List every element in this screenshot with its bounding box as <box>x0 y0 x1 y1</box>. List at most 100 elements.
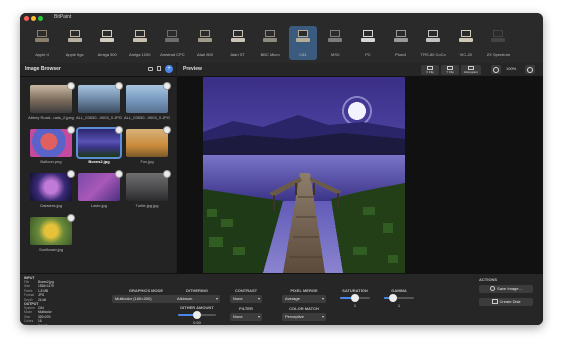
contrast-label: CONTRAST <box>234 288 258 293</box>
trs80-coco-icon <box>426 30 441 42</box>
thumbnail-image[interactable] <box>126 173 168 201</box>
info-key: Size <box>24 284 31 289</box>
pixel-merge-select[interactable]: Average ▾ <box>282 295 326 303</box>
zoom-window-button[interactable] <box>38 16 43 21</box>
zoom-in-button[interactable] <box>525 65 535 74</box>
thumbnail-label: ALL_03530...0003_0.JPG <box>75 115 123 120</box>
thumbnail-image[interactable] <box>126 129 168 157</box>
gamma-knob[interactable] <box>389 294 397 302</box>
system-pc[interactable]: PC <box>354 26 382 60</box>
chevron-down-icon: ▾ <box>257 296 260 301</box>
save-image-button[interactable]: Save Image... <box>479 285 533 293</box>
pixel-merge-value: Average <box>285 296 300 301</box>
thumbnail-select-toggle[interactable] <box>67 126 75 134</box>
system-bbc-micro[interactable]: BBC Micro <box>256 26 284 60</box>
dither-amount-slider[interactable] <box>178 311 216 319</box>
system-label: Apple II <box>35 52 49 57</box>
thumbnail-label: Fox.jpg <box>140 159 154 164</box>
thumbnail-image[interactable] <box>78 173 120 201</box>
thumbnail[interactable]: Boxes2.jpg <box>76 126 123 169</box>
thumbnail-select-toggle[interactable] <box>115 170 123 178</box>
dithering-select[interactable]: Atkinson ▾ <box>174 295 220 303</box>
thumbnail-image[interactable] <box>30 85 72 113</box>
system-amiga-1200[interactable]: Amiga 1200 <box>126 26 154 60</box>
thumbnail-select-toggle[interactable] <box>67 214 75 222</box>
dither-amount-knob[interactable] <box>193 311 201 319</box>
system-atari-800[interactable]: Atari 800 <box>191 26 219 60</box>
minimize-window-button[interactable] <box>31 16 36 21</box>
system-plus4[interactable]: Plus/4 <box>387 26 415 60</box>
system-amiga-500[interactable]: Amiga 500 <box>93 26 121 60</box>
system-zx-spectrum[interactable]: ZX Spectrum <box>484 26 512 60</box>
system-label: Atari 800 <box>196 52 213 57</box>
graphics-mode-select[interactable]: Multicolor (160×200) ▾ <box>112 295 180 303</box>
system-msx[interactable]: MSX <box>321 26 349 60</box>
thumbnail[interactable]: Lavie.jpg <box>78 170 123 213</box>
atari-800-icon <box>198 30 212 42</box>
browser-add-icon[interactable]: + <box>165 65 173 73</box>
thumbnail-image[interactable] <box>30 129 72 157</box>
system-trs80-coco[interactable]: TRS-80 CoCo <box>419 26 447 60</box>
system-apple-ii[interactable]: Apple II <box>28 26 56 60</box>
thumbnail-image[interactable] <box>30 217 72 245</box>
thumbnail-image[interactable] <box>76 127 122 159</box>
system-label: ZX Spectrum <box>486 52 511 57</box>
thumbnail[interactable]: ALL_03530...0003_0.JPG <box>76 82 123 125</box>
amiga-1200-icon <box>132 30 147 42</box>
color-match-select[interactable]: Perceptive ▾ <box>282 313 326 321</box>
system-c64[interactable]: C64 <box>288 26 317 60</box>
thumbnail-image[interactable] <box>78 85 120 113</box>
thumbnail-image[interactable] <box>30 173 72 201</box>
chevron-down-icon: ▾ <box>321 296 324 301</box>
system-toolbar: Apple II Apple IIgs Amiga 500 Amiga 1200 Ams… <box>20 23 543 64</box>
thumbnail[interactable]: Turtle.jpg.jpg <box>126 170 171 213</box>
close-window-button[interactable] <box>24 16 29 21</box>
thumbnail-select-toggle[interactable] <box>163 126 171 134</box>
system-apple-iigs[interactable]: Apple IIgs <box>61 26 89 60</box>
zoom-out-button[interactable] <box>491 65 501 74</box>
thumbnail[interactable]: ALL_03530...0003_0.JPG <box>124 82 171 125</box>
graphics-mode-value: Multicolor (160×200) <box>115 296 152 301</box>
system-vic20[interactable]: VIC-20 <box>452 26 480 60</box>
thumbnail-label: Balloon.png <box>40 159 62 164</box>
title-bar: BitPaint <box>20 13 543 23</box>
thumbnail-select-toggle[interactable] <box>67 170 75 178</box>
preview-image[interactable] <box>203 77 405 273</box>
system-amstrad-cpc[interactable]: Amstrad CPC <box>158 26 186 60</box>
thumbnail[interactable]: Balloon.png <box>30 126 75 169</box>
thumbnail[interactable]: Sunflower.jpg <box>30 214 75 257</box>
thumbnail[interactable]: Abbey Road...nals_2.jpeg <box>28 82 75 125</box>
browser-delete-icon[interactable] <box>157 66 161 71</box>
histogram-button[interactable]: Histogram <box>461 65 481 75</box>
saturation-slider[interactable] <box>340 294 370 302</box>
thumbnail-select-toggle[interactable] <box>115 82 123 90</box>
msx-icon <box>328 30 343 42</box>
y-flip-button[interactable]: Y Flip <box>441 65 459 75</box>
thumbnail-image[interactable] <box>126 85 168 113</box>
x-flip-button[interactable]: X Flip <box>421 65 439 75</box>
filter-select[interactable]: None ▾ <box>230 313 262 321</box>
thumbnail-select-toggle[interactable] <box>67 82 75 90</box>
app-window: BitPaint Apple II Apple IIgs Amiga 500 Amig… <box>20 13 543 325</box>
browser-folder-icon[interactable] <box>148 67 153 71</box>
dithering-label: DITHERING <box>186 288 208 293</box>
thumbnail-select-toggle[interactable] <box>163 170 171 178</box>
info-value: JPG <box>38 293 45 298</box>
thumbnail[interactable]: Fox.jpg <box>126 126 171 169</box>
saturation-label: SATURATION <box>342 288 368 293</box>
thumbnail-label: Boxes2.jpg <box>88 159 110 164</box>
system-label: PC <box>365 52 371 57</box>
system-label: VIC-20 <box>459 52 473 57</box>
info-value: Boxes2.jpg <box>38 280 54 284</box>
vic20-icon <box>458 30 473 42</box>
thumbnail-select-toggle[interactable] <box>115 126 123 134</box>
thumbnail[interactable]: Galaxies.jpg <box>30 170 75 213</box>
browser-header: Image Browser + <box>20 63 176 77</box>
create-disk-button[interactable]: Create Disk <box>479 298 533 306</box>
system-atari-st[interactable]: Atari ST <box>224 26 252 60</box>
contrast-select[interactable]: None ▾ <box>230 295 262 303</box>
gamma-slider[interactable] <box>384 294 414 302</box>
thumbnail-select-toggle[interactable] <box>163 82 171 90</box>
saturation-knob[interactable] <box>351 294 359 302</box>
preview-header: Preview X Flip Y Flip Histogram 100% <box>177 63 543 77</box>
